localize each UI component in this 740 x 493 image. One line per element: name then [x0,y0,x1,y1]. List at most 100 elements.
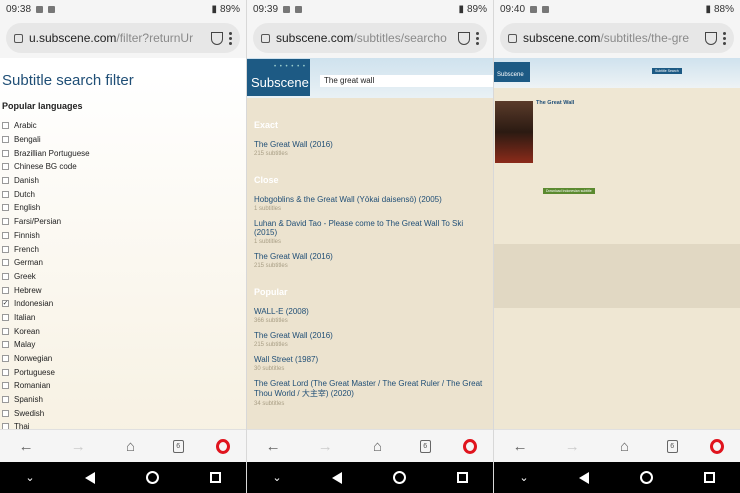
result-item[interactable]: The Great Wall (2016) 215 subtitles [254,252,486,269]
search-input[interactable]: The great wall [320,75,493,87]
tabs-icon[interactable]: 6 [666,439,678,453]
checkbox[interactable] [2,149,9,157]
checkbox[interactable] [2,245,9,253]
checkbox[interactable] [2,163,9,171]
checkbox[interactable] [2,136,9,144]
address-bar[interactable]: subscene.com/subtitles/the-gre [500,23,734,53]
shield-icon[interactable] [458,31,470,45]
result-item[interactable]: WALL-E (2008) 366 subtitles [254,307,486,324]
home-icon[interactable]: ⌂ [120,436,140,456]
language-option[interactable]: Dutch [2,187,244,201]
chevron-down-icon[interactable]: ⌄ [272,471,281,484]
forward-icon[interactable]: → [68,436,88,456]
system-recents-icon[interactable] [703,472,715,483]
language-option[interactable]: Korean [2,324,244,338]
checkbox[interactable]: ✓ [2,300,9,308]
result-item[interactable]: The Great Wall (2016) 215 subtitles [254,140,486,157]
menu-icon[interactable] [229,31,232,45]
checkbox[interactable] [2,341,9,349]
language-option[interactable]: French [2,242,244,256]
result-title-link[interactable]: WALL-E (2008) [254,307,486,316]
language-option[interactable]: Italian [2,311,244,325]
result-title-link[interactable]: Hobgoblins & the Great Wall (Yōkai daise… [254,195,486,204]
site-logo[interactable]: • • • • • • Subscene [247,59,310,96]
language-option[interactable]: Norwegian [2,352,244,366]
checkbox[interactable] [2,177,9,185]
chevron-down-icon[interactable]: ⌄ [25,471,34,484]
system-back-icon[interactable] [85,471,96,484]
back-icon[interactable]: ← [16,436,36,456]
checkbox[interactable] [2,286,9,294]
result-title-link[interactable]: The Great Wall (2016) [254,331,486,340]
result-item[interactable]: The Great Lord (The Great Master / The G… [254,379,486,407]
checkbox[interactable] [2,355,9,363]
chevron-down-icon[interactable]: ⌄ [519,471,528,484]
language-option[interactable]: Portuguese [2,365,244,379]
url-text[interactable]: subscene.com/subtitles/the-gre [523,31,699,45]
shield-icon[interactable] [211,31,223,45]
checkbox[interactable] [2,327,9,335]
language-option[interactable]: Arabic [2,119,244,133]
forward-icon[interactable]: → [315,436,335,456]
language-option[interactable]: Bengali [2,133,244,147]
opera-menu-icon[interactable] [215,438,230,454]
address-bar[interactable]: u.subscene.com/filter?returnUr [6,23,240,53]
language-option[interactable]: Greek [2,270,244,284]
menu-icon[interactable] [476,31,479,45]
language-option[interactable]: Hebrew [2,283,244,297]
result-title-link[interactable]: The Great Wall (2016) [254,252,486,261]
language-option[interactable]: Malay [2,338,244,352]
home-icon[interactable]: ⌂ [367,436,387,456]
back-icon[interactable]: ← [263,436,283,456]
checkbox[interactable] [2,231,9,239]
system-recents-icon[interactable] [456,472,468,483]
url-text[interactable]: subscene.com/subtitles/searcho [276,31,452,45]
language-option[interactable]: Finnish [2,229,244,243]
system-home-icon[interactable] [639,471,653,484]
result-title-link[interactable]: Luhan & David Tao - Please come to The G… [254,219,486,237]
language-option[interactable]: Farsi/Persian [2,215,244,229]
language-option[interactable]: Danish [2,174,244,188]
language-option[interactable]: ✓ Indonesian [2,297,244,311]
checkbox[interactable] [2,190,9,198]
url-text[interactable]: u.subscene.com/filter?returnUr [29,31,205,45]
home-icon[interactable]: ⌂ [614,436,634,456]
shield-icon[interactable] [705,31,717,45]
checkbox[interactable] [2,122,9,130]
forward-icon[interactable]: → [562,436,582,456]
site-logo[interactable]: Subscene [494,62,530,82]
language-option[interactable]: English [2,201,244,215]
language-option[interactable]: Romanian [2,379,244,393]
system-recents-icon[interactable] [209,472,221,483]
checkbox[interactable] [2,368,9,376]
system-home-icon[interactable] [145,471,159,484]
opera-menu-icon[interactable] [462,438,477,454]
result-item[interactable]: Wall Street (1987) 30 subtitles [254,355,486,372]
language-option[interactable]: German [2,256,244,270]
checkbox[interactable] [2,409,9,417]
download-button[interactable]: Download Indonesian subtitle [543,188,595,194]
checkbox[interactable] [2,259,9,267]
language-option[interactable]: Chinese BG code [2,160,244,174]
language-option[interactable]: Swedish [2,406,244,420]
subtitle-search-button[interactable]: Subtitle Search [652,68,682,74]
result-item[interactable]: Luhan & David Tao - Please come to The G… [254,219,486,245]
system-back-icon[interactable] [579,471,590,484]
system-home-icon[interactable] [392,471,406,484]
tabs-icon[interactable]: 6 [172,439,184,453]
checkbox[interactable] [2,313,9,321]
system-back-icon[interactable] [332,471,343,484]
language-option[interactable]: Spanish [2,393,244,407]
language-option[interactable]: Thai [2,420,244,429]
checkbox[interactable] [2,382,9,390]
back-icon[interactable]: ← [510,436,530,456]
checkbox[interactable] [2,218,9,226]
checkbox[interactable] [2,204,9,212]
result-item[interactable]: The Great Wall (2016) 215 subtitles [254,331,486,348]
checkbox[interactable] [2,396,9,404]
menu-icon[interactable] [723,31,726,45]
result-title-link[interactable]: The Great Wall (2016) [254,140,486,149]
opera-menu-icon[interactable] [709,438,724,454]
language-option[interactable]: Brazillian Portuguese [2,146,244,160]
result-title-link[interactable]: Wall Street (1987) [254,355,486,364]
